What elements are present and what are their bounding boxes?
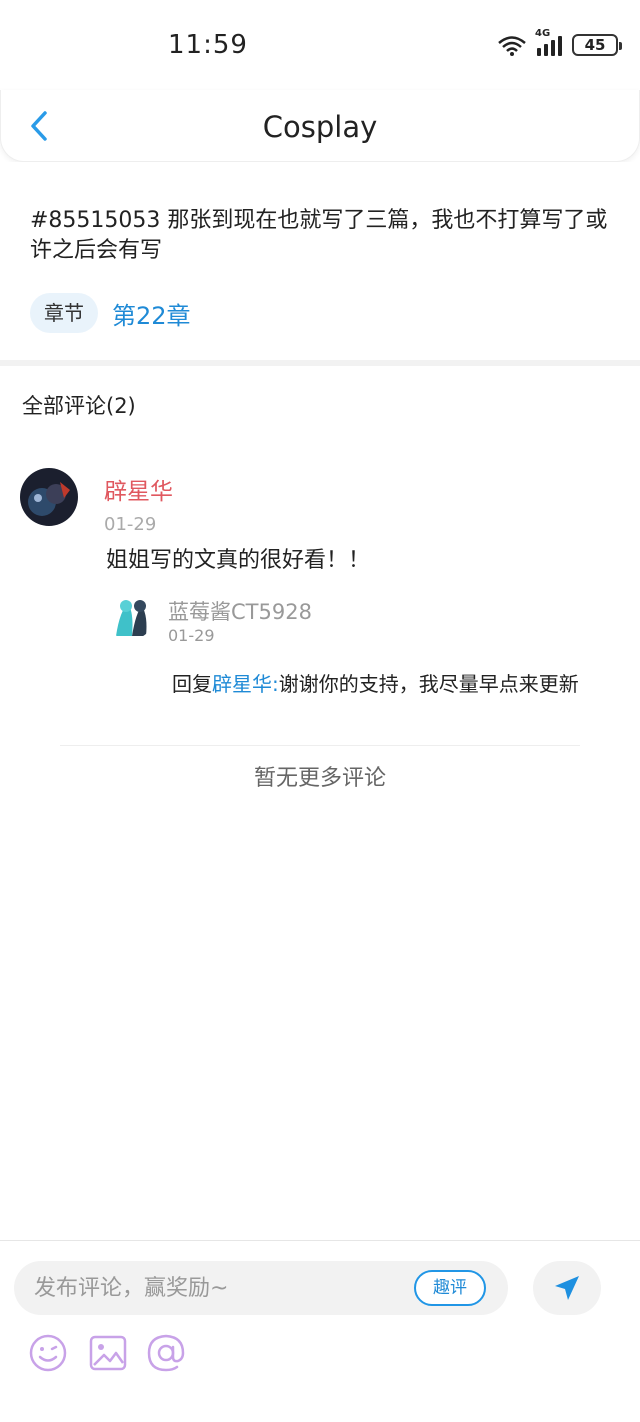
- bottom-bar: 趣评: [0, 1240, 640, 1422]
- battery-indicator: 45: [572, 34, 622, 56]
- qu-ping-button[interactable]: 趣评: [414, 1270, 486, 1306]
- status-time: 11:59: [168, 30, 248, 60]
- section-divider: [0, 360, 640, 366]
- signal-icon: 4G: [535, 28, 562, 56]
- reply-date: 01-29: [168, 626, 215, 645]
- chapter-link[interactable]: 第22章: [112, 296, 191, 331]
- reply-prefix: 回复: [172, 672, 212, 696]
- send-icon: [555, 1276, 579, 1300]
- comment-text: 姐姐写的文真的很好看！！: [106, 548, 371, 573]
- wifi-icon: [498, 36, 526, 56]
- comment-date: 01-29: [104, 514, 157, 535]
- network-type: 4G: [535, 28, 551, 39]
- avatar[interactable]: [20, 468, 78, 526]
- image-icon-graphic: [89, 1335, 127, 1371]
- at-icon-graphic: [147, 1334, 185, 1372]
- at-icon[interactable]: [146, 1333, 186, 1373]
- status-icons: 4G 45: [497, 28, 622, 56]
- post-text: #85515053 那张到现在也就写了三篇，我也不打算写了或许之后会有写: [30, 208, 608, 263]
- reply-avatar-image: [106, 592, 154, 640]
- status-bar: 11:59 4G 45: [0, 0, 640, 90]
- reply-text: 回复辟星华:谢谢你的支持，我尽量早点来更新: [172, 670, 612, 698]
- reply-username[interactable]: 蓝莓酱CT5928: [168, 596, 312, 626]
- reply-content: 谢谢你的支持，我尽量早点来更新: [278, 672, 579, 696]
- page-title: Cosplay: [262, 110, 378, 144]
- send-button[interactable]: [533, 1261, 601, 1315]
- nav-bar: Cosplay: [0, 90, 640, 162]
- post-card: #85515053 那张到现在也就写了三篇，我也不打算写了或许之后会有写 章节 …: [0, 162, 640, 360]
- image-icon[interactable]: [88, 1333, 128, 1373]
- reply-mention[interactable]: 辟星华: [212, 672, 272, 696]
- no-more-comments: 暂无更多评论: [253, 766, 386, 791]
- reply-avatar[interactable]: [106, 592, 154, 640]
- comment-input-wrapper: 趣评: [14, 1261, 508, 1315]
- emoji-icon-graphic: [29, 1334, 67, 1372]
- chapter-row: 章节 第22章: [30, 293, 191, 333]
- chapter-tag: 章节: [30, 293, 98, 333]
- reply-separator: :: [272, 672, 279, 696]
- comments-end-divider: [60, 745, 580, 746]
- comment-input[interactable]: [34, 1275, 394, 1301]
- emoji-icon[interactable]: [28, 1333, 68, 1373]
- avatar-image: [20, 468, 78, 526]
- comments-header: 全部评论(2): [22, 394, 136, 418]
- comment-username[interactable]: 辟星华: [104, 472, 173, 506]
